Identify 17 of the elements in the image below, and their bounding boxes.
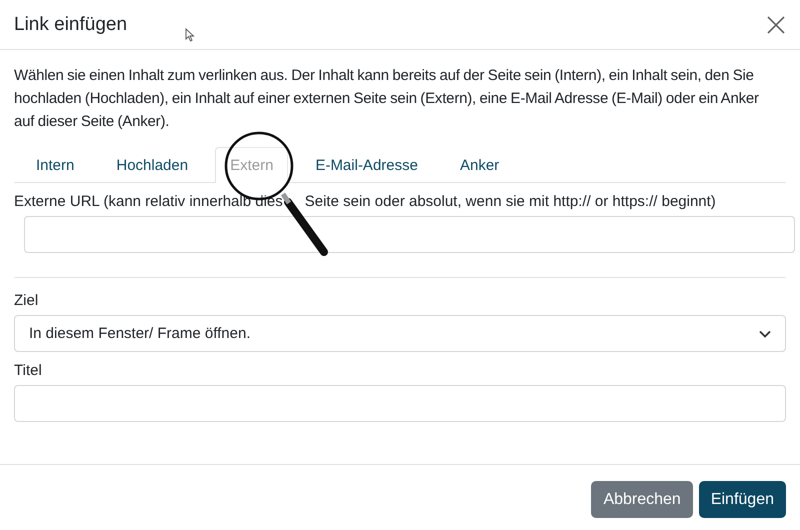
target-label: Ziel bbox=[14, 292, 40, 309]
dialog-title: Link einfügen bbox=[14, 14, 128, 36]
title-input-field[interactable] bbox=[14, 385, 786, 422]
close-icon[interactable] bbox=[766, 14, 786, 34]
tab[interactable]: Intern bbox=[21, 147, 90, 183]
insert-button[interactable]: Einfügen bbox=[698, 481, 786, 518]
title-label: Titel bbox=[14, 362, 43, 379]
tab[interactable]: Hochladen bbox=[101, 147, 204, 183]
chevron-down-icon bbox=[759, 330, 771, 338]
url-input-field[interactable] bbox=[24, 216, 795, 253]
cancel-button[interactable]: Abbrechen bbox=[591, 481, 693, 518]
tab[interactable]: Anker bbox=[444, 147, 514, 183]
description-text: Wählen sie einen Inhalt zum verlinken aus. Der Inhalt kann bereits auf der Seite sein (Intern), ein Inhalt sein, den Sie hochladen (Hochladen), ein Inhalt auf einer externen Seite sein (Extern), eine E-Mail Adresse (E-Mail) oder ein Anker auf dieser Seite (Anker). bbox=[14, 66, 760, 132]
target-dropdown[interactable]: In diesem Fenster/ Frame öffnen. bbox=[14, 315, 786, 352]
tab[interactable]: E-Mail-Adresse bbox=[300, 147, 433, 183]
cursor-icon bbox=[185, 28, 195, 42]
url-label: Seite sein oder absolut, wenn sie mit http:// or https:// beginnt) bbox=[304, 193, 716, 210]
